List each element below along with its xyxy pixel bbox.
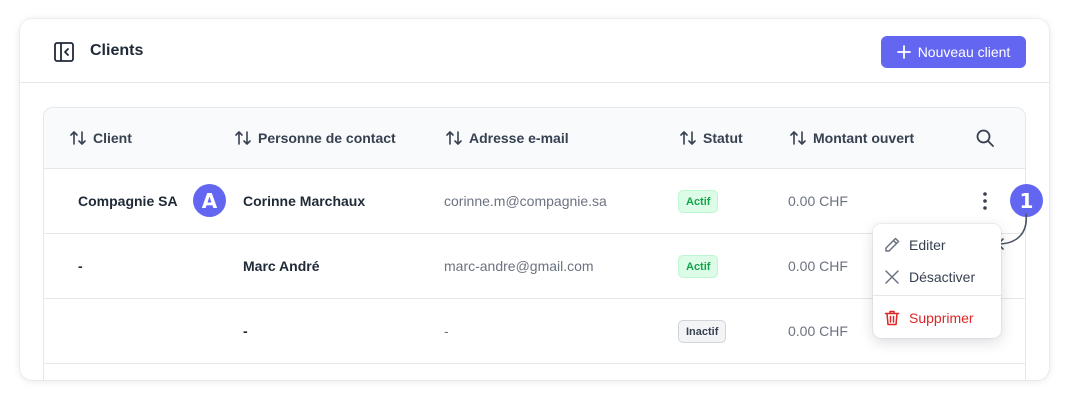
menu-item-label: Editer <box>909 237 946 253</box>
table-header: Client Personne de contact Adresse e-mai… <box>44 108 1025 169</box>
status-badge: Actif <box>678 255 719 278</box>
client-name: - <box>78 258 83 274</box>
open-amount: 0.00 CHF <box>788 193 848 209</box>
sort-icon <box>70 131 86 145</box>
contact-name: - <box>243 323 248 339</box>
email: marc-andre@gmail.com <box>444 258 594 274</box>
pencil-icon <box>885 237 900 252</box>
open-amount: 0.00 CHF <box>788 323 848 339</box>
menu-item-label: Désactiver <box>909 269 976 285</box>
menu-item-edit[interactable]: Editer <box>883 236 946 254</box>
menu-item-delete[interactable]: Supprimer <box>883 309 974 327</box>
card-header: Clients Nouveau client <box>20 19 1049 83</box>
menu-item-label: Supprimer <box>909 310 974 326</box>
new-client-button[interactable]: Nouveau client <box>881 36 1026 68</box>
status-badge: Actif <box>678 190 719 213</box>
column-header-contact[interactable]: Personne de contact <box>234 129 396 147</box>
contact-name: Corinne Marchaux <box>243 193 366 209</box>
menu-divider <box>873 295 1001 296</box>
contact-name: Marc André <box>243 258 320 274</box>
search-icon[interactable] <box>975 128 995 148</box>
column-header-status[interactable]: Statut <box>679 129 743 147</box>
column-label: Montant ouvert <box>813 130 915 146</box>
open-amount: 0.00 CHF <box>788 258 848 274</box>
column-label: Statut <box>703 130 743 146</box>
status-badge: Inactif <box>678 320 727 343</box>
email: - <box>444 323 449 339</box>
new-client-label: Nouveau client <box>917 44 1011 60</box>
row-actions-menu: Editer Désactiver Supprimer <box>873 224 1001 338</box>
menu-item-deactivate[interactable]: Désactiver <box>883 268 975 286</box>
column-header-amount[interactable]: Montant ouvert <box>789 129 914 147</box>
column-label: Personne de contact <box>258 130 396 146</box>
column-header-email[interactable]: Adresse e-mail <box>445 129 569 147</box>
kebab-icon[interactable] <box>973 189 997 213</box>
plus-icon <box>896 45 911 59</box>
sort-icon <box>790 131 806 145</box>
sort-icon <box>235 131 251 145</box>
column-header-client[interactable]: Client <box>69 129 132 147</box>
x-icon <box>885 270 899 284</box>
sidebar-collapse-icon[interactable] <box>53 41 75 63</box>
column-label: Client <box>93 130 132 146</box>
trash-icon <box>884 310 900 326</box>
page-title: Clients <box>90 42 144 59</box>
column-label: Adresse e-mail <box>469 130 569 146</box>
sort-icon <box>680 131 696 145</box>
email: corinne.m@compagnie.sa <box>444 193 607 209</box>
annotation-marker-a: A <box>193 184 226 217</box>
sort-icon <box>446 131 462 145</box>
client-name: Compagnie SA <box>78 193 178 209</box>
